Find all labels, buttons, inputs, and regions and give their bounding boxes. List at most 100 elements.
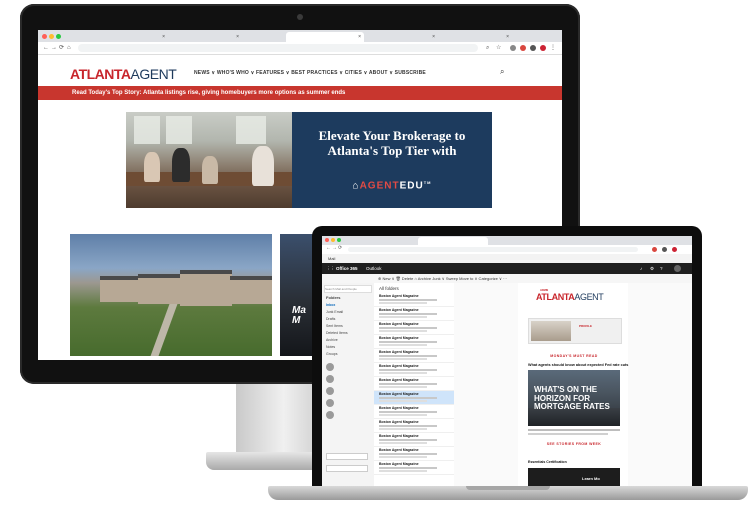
folder-sent[interactable]: Sent Items [326, 324, 343, 328]
browser-tab-active[interactable] [418, 237, 488, 245]
folder-drafts[interactable]: Drafts [326, 317, 335, 321]
preview-line [379, 428, 427, 430]
extension-icon[interactable] [520, 45, 526, 51]
zoom-icon[interactable]: ⌕ [486, 43, 489, 53]
list-item[interactable]: Boston Agent Magazine [374, 377, 454, 391]
tab-close-icon[interactable]: × [506, 32, 509, 42]
tab-close-icon[interactable]: × [358, 32, 361, 42]
browser-menu-icon[interactable]: ⋮ [550, 43, 556, 53]
address-bar[interactable] [78, 44, 478, 52]
list-item[interactable]: Boston Agent Magazine [374, 349, 454, 363]
help-icon[interactable]: ? [660, 263, 663, 274]
bookmark-star-icon[interactable]: ☆ [496, 43, 501, 53]
tab-close-icon[interactable]: × [432, 32, 435, 42]
certification-card[interactable]: Learn Mo [528, 468, 620, 486]
close-window-icon[interactable] [325, 238, 329, 242]
article-image-townhomes[interactable] [70, 234, 272, 356]
top-story-banner[interactable]: Read Today's Top Story: Atlanta listings… [38, 86, 562, 100]
path-shape [150, 304, 178, 356]
folder-inbox[interactable]: Inbox [326, 303, 335, 307]
certification-heading: Essentials Certification [528, 460, 567, 464]
folders-heading[interactable]: Folders [326, 295, 340, 300]
message-sender: Boston Agent Magazine [379, 378, 419, 382]
profile-avatar[interactable] [672, 247, 677, 252]
list-item[interactable]: Boston Agent Magazine [374, 293, 454, 307]
home-icon[interactable]: ⌂ [67, 43, 71, 53]
folder-groups[interactable]: Groups [326, 352, 337, 356]
tab-close-icon[interactable]: × [236, 32, 239, 42]
tab-close-icon[interactable]: × [162, 32, 165, 42]
newsletter-cta-link[interactable]: SEE STORIES FROM WEEK [528, 442, 620, 446]
extension-icon[interactable] [530, 45, 536, 51]
folder-deleted[interactable]: Deleted Items [326, 331, 348, 335]
date-field[interactable] [326, 465, 368, 472]
house-icon: ⌂ [352, 180, 360, 192]
list-item[interactable]: Boston Agent Magazine [374, 419, 454, 433]
list-item[interactable]: Boston Agent Magazine [374, 447, 454, 461]
command-bar-actions[interactable]: ⊕ New ∨ 🗑 Delete ⌂ Archive Junk ∨ Sweep … [378, 274, 507, 283]
preview-line [379, 344, 427, 346]
list-item[interactable]: Boston Agent Magazine [374, 461, 454, 475]
forward-icon[interactable]: → [51, 43, 57, 53]
browser-tab[interactable]: × [368, 32, 438, 42]
list-item[interactable]: Boston Agent Magazine [374, 335, 454, 349]
browser-tab[interactable]: × [98, 32, 168, 42]
folder-junk[interactable]: Junk Email [326, 310, 343, 314]
maximize-window-icon[interactable] [56, 34, 61, 39]
mail-search-input[interactable]: Search Mail and People [324, 285, 372, 293]
list-item[interactable]: Boston Agent Magazine [374, 321, 454, 335]
reload-icon[interactable]: ⟳ [59, 43, 64, 53]
list-item[interactable]: Boston Agent Magazine [374, 363, 454, 377]
newsletter-section-label: MONDAY'S MUST READ [550, 354, 598, 358]
minimize-window-icon[interactable] [49, 34, 54, 39]
maximize-window-icon[interactable] [337, 238, 341, 242]
ad-banner-photo[interactable] [126, 112, 292, 208]
extension-icon[interactable] [652, 247, 657, 252]
site-logo[interactable]: ATLANTAAGENT [70, 66, 177, 82]
person-shape [144, 152, 160, 182]
outlook-app-name[interactable]: Outlook [366, 263, 382, 274]
townhouse-shape [180, 270, 232, 306]
office-brand[interactable]: Office 365 [336, 263, 358, 274]
extension-icon[interactable] [510, 45, 516, 51]
avatar[interactable] [674, 265, 681, 272]
folder-notes[interactable]: Notes [326, 345, 335, 349]
back-icon[interactable]: ← [326, 245, 331, 251]
newsletter-logo[interactable]: ATLANTAAGENT [536, 292, 604, 302]
newsletter-headline[interactable]: What agents should know about expected F… [528, 363, 628, 367]
avatar[interactable] [326, 399, 334, 407]
main-navigation[interactable]: NEWS ∨ WHO'S WHO ∨ FEATURES ∨ BEST PRACT… [194, 70, 426, 76]
app-launcher-icon[interactable]: ⋮⋮ [326, 263, 335, 274]
address-bar[interactable] [348, 247, 638, 252]
newsletter-ad[interactable]: PROFILE [528, 318, 622, 344]
avatar[interactable] [326, 411, 334, 419]
back-icon[interactable]: ← [43, 43, 49, 53]
list-item[interactable]: Boston Agent Magazine [374, 405, 454, 419]
preview-line [379, 369, 437, 371]
bell-icon[interactable]: ♪ [640, 263, 642, 274]
folder-archive[interactable]: Archive [326, 338, 338, 342]
browser-tab-active[interactable]: × [286, 32, 364, 42]
minimize-window-icon[interactable] [331, 238, 335, 242]
bookmark-item[interactable]: Mail [328, 256, 335, 261]
profile-avatar[interactable] [540, 45, 546, 51]
search-icon[interactable]: ⌕ [500, 67, 504, 77]
gear-icon[interactable]: ⚙ [650, 263, 654, 274]
list-item[interactable]: Boston Agent Magazine [374, 433, 454, 447]
date-field[interactable] [326, 453, 368, 460]
avatar[interactable] [326, 375, 334, 383]
preview-line [379, 327, 437, 329]
avatar[interactable] [326, 363, 334, 371]
extension-icon[interactable] [662, 247, 667, 252]
browser-tab[interactable]: × [442, 32, 512, 42]
close-window-icon[interactable] [42, 34, 47, 39]
avatar[interactable] [326, 387, 334, 395]
message-list-heading: All folders [379, 286, 399, 291]
preview-line [379, 467, 437, 469]
list-item-selected[interactable]: Boston Agent Magazine [374, 391, 454, 405]
reload-icon[interactable]: ⟳ [338, 245, 342, 251]
forward-icon[interactable]: → [332, 245, 337, 251]
browser-tab[interactable]: × [172, 32, 242, 42]
ad-banner-panel[interactable] [292, 112, 492, 208]
list-item[interactable]: Boston Agent Magazine [374, 307, 454, 321]
